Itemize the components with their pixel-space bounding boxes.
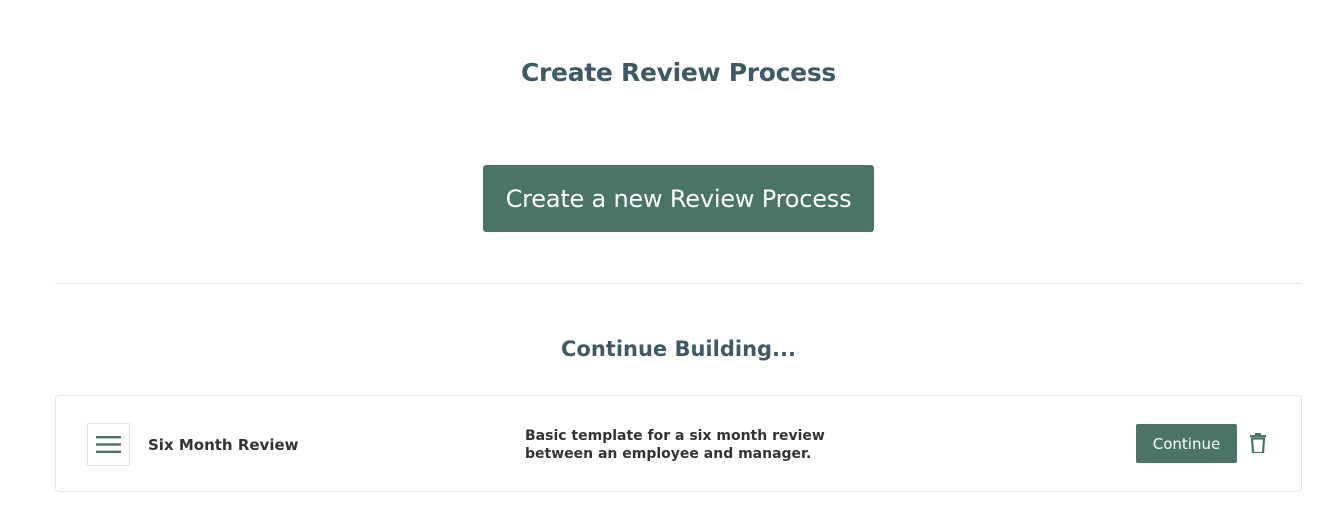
review-process-page: Create Review Process Create a new Revie… (0, 0, 1325, 515)
page-title: Create Review Process (520, 58, 836, 87)
continue-building-heading: Continue Building... (561, 337, 796, 361)
draft-review-description: Basic template for a six month review be… (525, 428, 825, 462)
hamburger-menu-icon[interactable] (87, 423, 130, 466)
trash-icon[interactable] (1249, 432, 1267, 454)
create-review-process-button[interactable]: Create a new Review Process (483, 165, 874, 232)
trash-icon-svg (1250, 433, 1266, 453)
draft-review-name: Six Month Review (148, 436, 299, 454)
continue-button[interactable]: Continue (1136, 424, 1237, 463)
hamburger-menu-icon-svg (96, 436, 121, 453)
draft-review-card: Six Month Review Basic template for a si… (55, 395, 1302, 492)
section-divider (55, 283, 1302, 284)
